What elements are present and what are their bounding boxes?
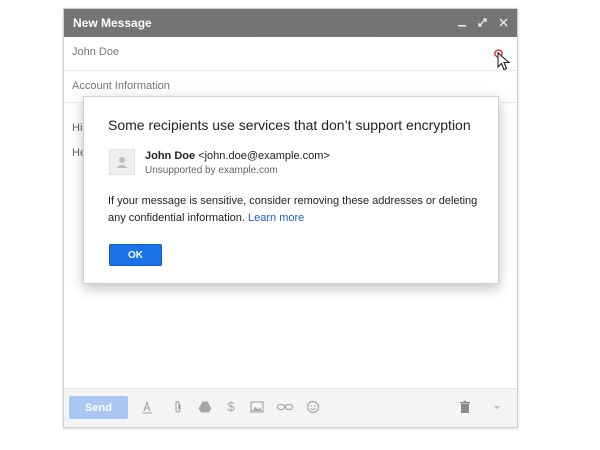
mouse-pointer-icon — [497, 52, 511, 71]
encryption-warning-dialog: Some recipients use services that don’t … — [83, 96, 499, 284]
person-icon — [116, 157, 128, 168]
close-icon[interactable] — [497, 14, 511, 30]
contact-email: <john.doe@example.com> — [198, 150, 330, 162]
compose-titlebar[interactable]: New Message — [64, 9, 517, 37]
body-text-line-1: Hi — [72, 122, 83, 134]
subject-value: Account Information — [72, 80, 170, 92]
photo-icon[interactable] — [249, 399, 265, 415]
expand-icon[interactable] — [476, 14, 490, 30]
dialog-title: Some recipients use services that don’t … — [108, 117, 471, 133]
ok-button[interactable]: OK — [109, 244, 162, 266]
format-text-icon[interactable] — [139, 399, 155, 415]
recipients-value: John Doe — [72, 46, 120, 58]
attach-icon[interactable] — [170, 399, 186, 415]
compose-toolbar: Send $ — [64, 388, 517, 427]
contact-name: John Doe — [145, 150, 196, 162]
send-button[interactable]: Send — [69, 396, 128, 419]
drive-icon[interactable] — [197, 399, 213, 415]
link-icon[interactable] — [276, 399, 294, 415]
compose-title: New Message — [73, 16, 152, 30]
recipients-field[interactable]: John Doe — [64, 37, 517, 71]
emoji-icon[interactable] — [305, 399, 321, 415]
money-icon[interactable]: $ — [223, 399, 239, 415]
dialog-message: If your message is sensitive, consider r… — [108, 193, 480, 227]
contact-line: John Doe <john.doe@example.com> — [145, 150, 330, 162]
trash-icon[interactable] — [457, 399, 473, 415]
window-controls — [455, 14, 511, 30]
more-options-icon[interactable] — [489, 399, 505, 415]
avatar — [109, 149, 135, 175]
minimize-icon[interactable] — [455, 14, 469, 30]
contact-status: Unsupported by example.com — [145, 165, 278, 176]
learn-more-link[interactable]: Learn more — [248, 212, 304, 224]
